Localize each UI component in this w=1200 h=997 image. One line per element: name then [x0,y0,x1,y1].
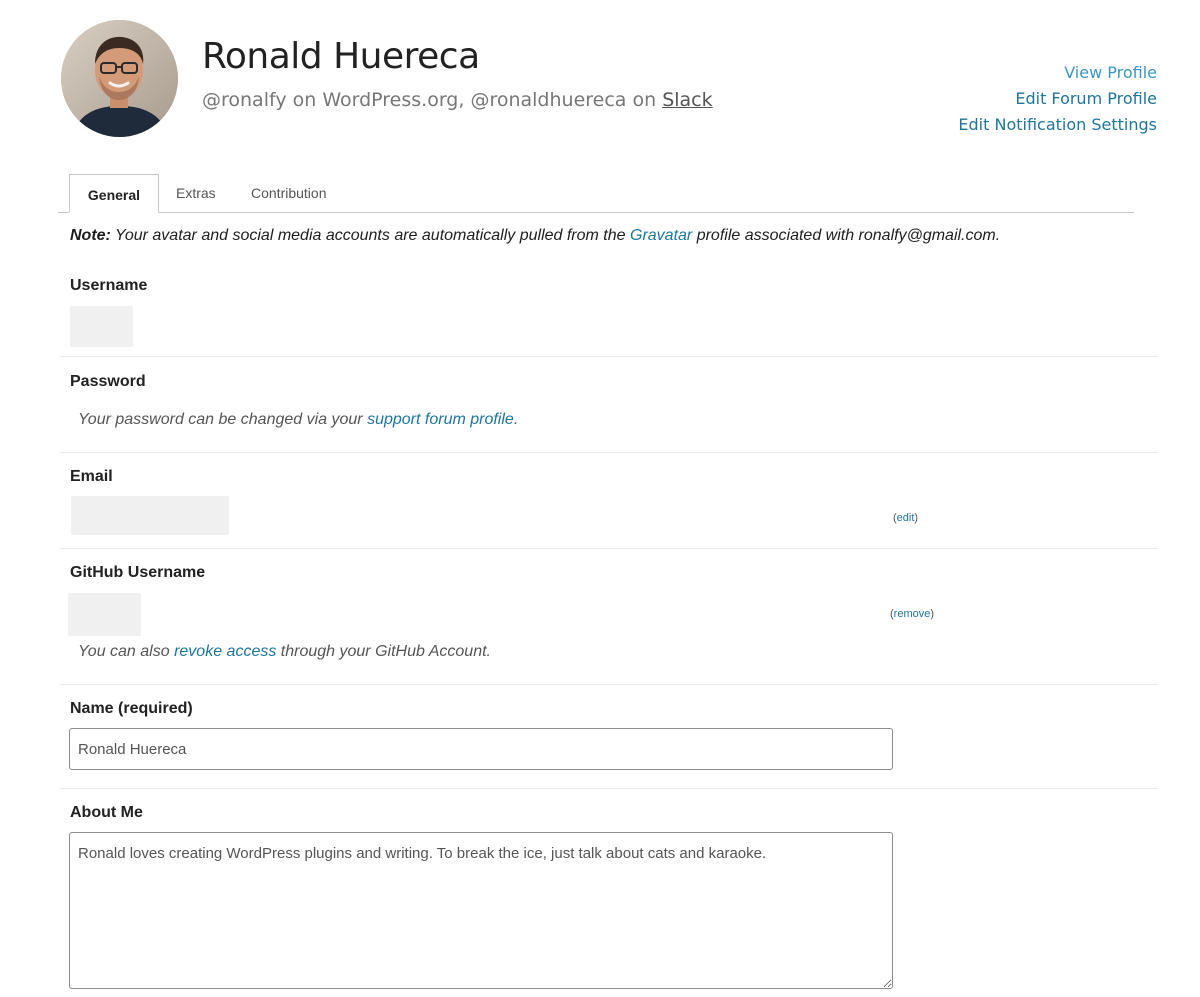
note-prefix: Note: [70,227,111,244]
github-username-label: GitHub Username [70,564,206,581]
edit-forum-profile-link[interactable]: Edit Forum Profile [958,86,1157,112]
email-label: Email [70,468,113,485]
name-input[interactable] [69,728,893,770]
github-username-value [68,593,141,636]
github-remove-wrapper: (remove) [890,608,935,620]
divider [60,548,1158,549]
email-edit-link[interactable]: edit [897,512,915,524]
username-label: Username [70,277,148,294]
avatar-photo [61,20,178,137]
profile-handles: @ronalfy on WordPress.org, @ronaldhuerec… [202,89,713,111]
about-me-textarea[interactable]: Ronald loves creating WordPress plugins … [69,832,893,989]
handles-text: @ronalfy on WordPress.org, @ronaldhuerec… [202,89,663,111]
about-me-label: About Me [70,804,143,821]
profile-tabs: General Extras Contribution [58,174,1134,213]
slack-link[interactable]: Slack [662,89,712,111]
email-value [71,496,229,535]
gravatar-link[interactable]: Gravatar [630,227,692,244]
github-remove-link[interactable]: remove [894,608,931,620]
revoke-access-link[interactable]: revoke access [174,643,276,660]
divider [60,452,1158,453]
divider [60,356,1158,357]
tab-extras[interactable]: Extras [164,174,228,212]
divider [60,684,1158,685]
password-hint-before: Your password can be changed via your [78,411,368,428]
support-forum-profile-link[interactable]: support forum profile [367,411,514,428]
github-hint-after: through your GitHub Account. [276,643,491,660]
divider [60,788,1158,789]
gravatar-note: Note: Your avatar and social media accou… [70,227,1000,245]
tab-contribution[interactable]: Contribution [239,174,339,212]
name-label: Name (required) [70,700,193,717]
password-label: Password [70,373,146,390]
avatar [61,20,178,137]
view-profile-link[interactable]: View Profile [958,60,1157,86]
github-hint-before: You can also [78,643,175,660]
password-hint-after: . [513,411,519,428]
note-text-before: Your avatar and social media accounts ar… [110,227,630,244]
edit-notification-settings-link[interactable]: Edit Notification Settings [958,112,1157,138]
profile-links: View Profile Edit Forum Profile Edit Not… [958,60,1157,138]
tab-general[interactable]: General [69,174,159,213]
profile-name: Ronald Huereca [202,36,480,77]
github-hint: You can also revoke access through your … [78,643,491,661]
note-text-after: profile associated with ronalfy@gmail.co… [692,227,1001,244]
username-value [70,306,133,347]
password-hint: Your password can be changed via your su… [78,411,518,429]
email-edit-wrapper: (edit) [893,512,919,524]
